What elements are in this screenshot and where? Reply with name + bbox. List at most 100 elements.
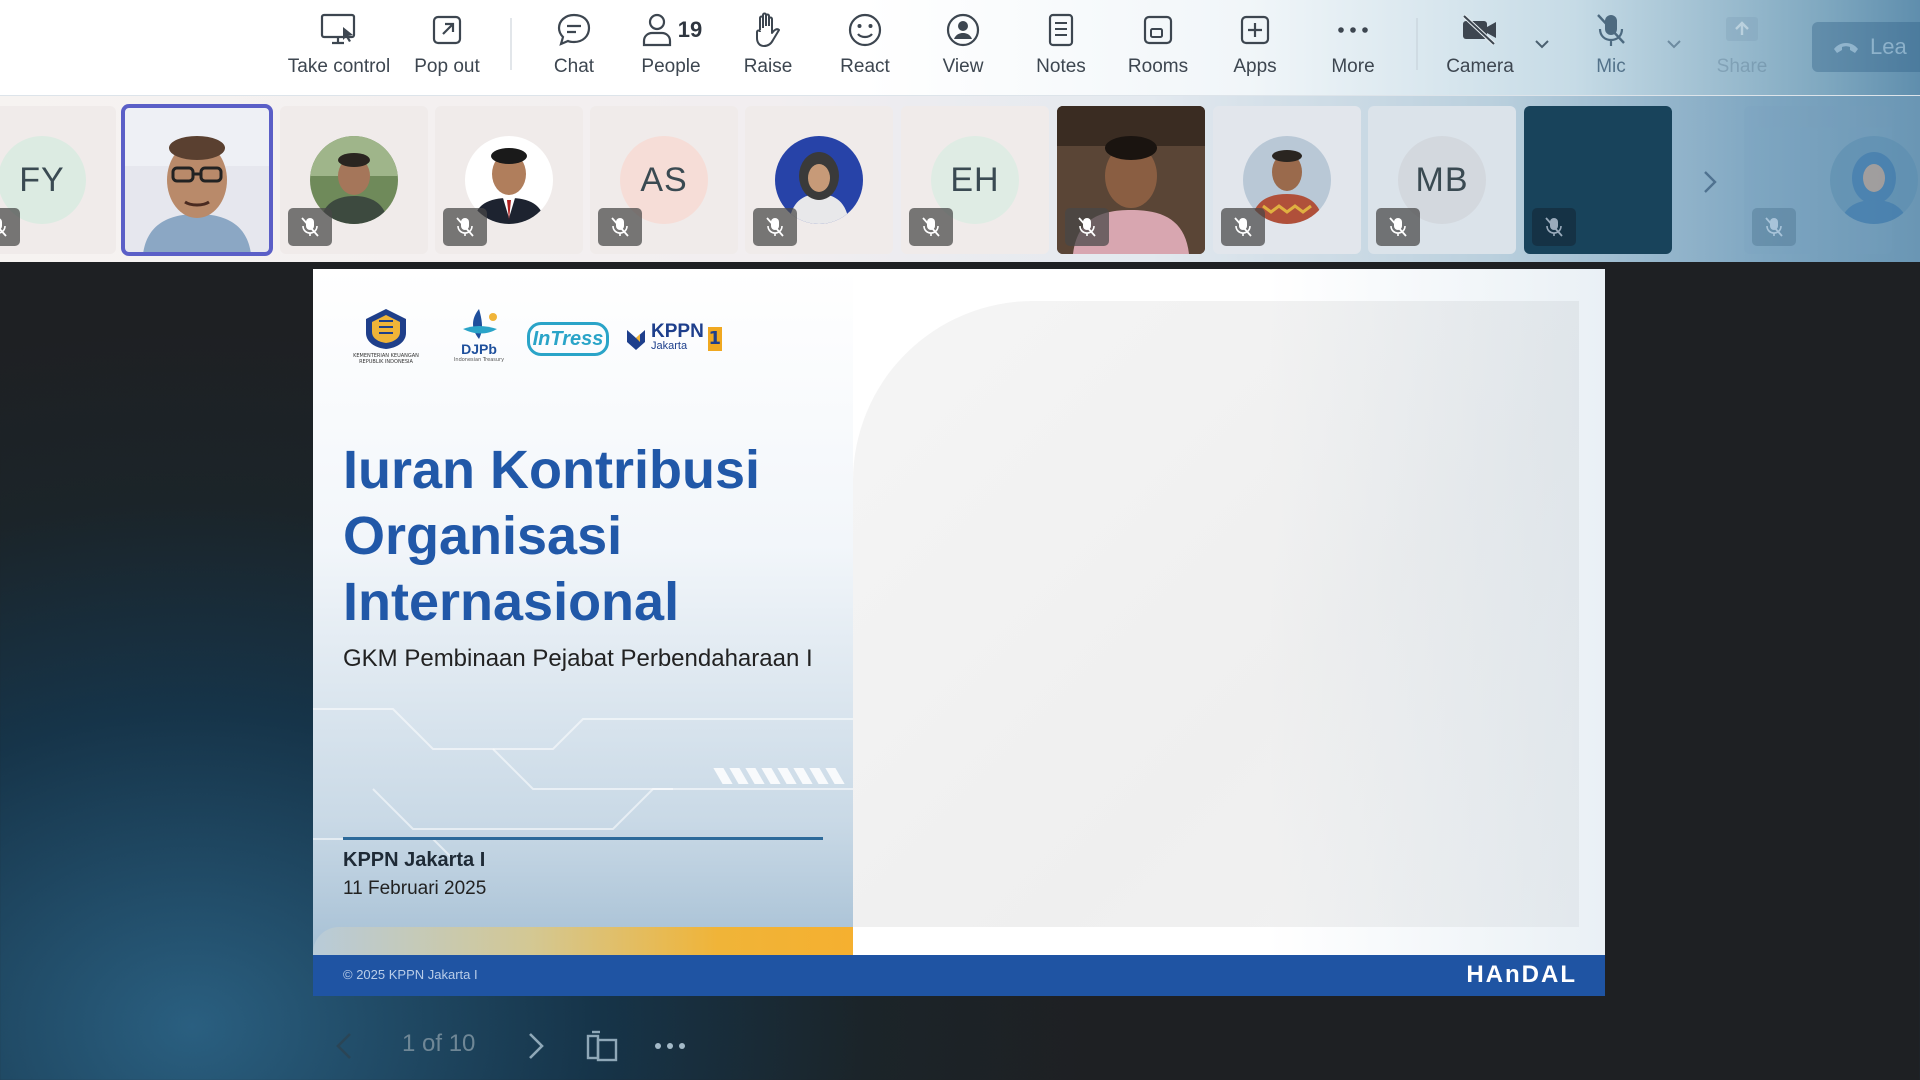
intress-logo-text: InTress (532, 327, 604, 350)
participant-tile[interactable] (1820, 106, 1920, 254)
rooms-icon (1136, 8, 1180, 52)
slide-stripe-decoration (713, 768, 845, 784)
share-button[interactable]: Share (1694, 8, 1790, 88)
participant-video-feed (123, 106, 271, 254)
previous-slide-chevron-left-icon[interactable] (330, 1028, 360, 1064)
participant-tile[interactable]: EH (901, 106, 1049, 254)
participant-video-tile-active[interactable] (121, 104, 273, 256)
slide-logo-row: KEMENTERIAN KEUANGAN REPUBLIK INDONESIA … (341, 307, 722, 371)
djpb-logo-subtext: Indonesian Treasury (453, 357, 505, 363)
view-button[interactable]: View (915, 8, 1011, 88)
mic-muted-icon (753, 208, 797, 246)
react-label: React (840, 56, 890, 77)
slide-more-dots-icon[interactable] (650, 1026, 690, 1066)
apps-button[interactable]: Apps (1207, 8, 1303, 88)
handal-logo: HAnDAL (1466, 961, 1577, 988)
participant-video-tile[interactable] (1057, 106, 1205, 254)
kppn-logo: KPPN Jakarta 1 (625, 321, 722, 353)
camera-options-chevron-down-icon[interactable] (1532, 34, 1552, 54)
mic-muted-icon (1532, 208, 1576, 246)
slide-title: Iuran Kontribusi Organisasi Internasiona… (343, 440, 760, 632)
leave-button[interactable]: Lea (1812, 22, 1920, 72)
kemenkeu-logo: KEMENTERIAN KEUANGAN REPUBLIK INDONESIA (341, 307, 431, 371)
mic-muted-icon (1065, 208, 1109, 246)
kppn-logo-number: 1 (707, 327, 722, 351)
mic-muted-icon (1376, 208, 1420, 246)
notes-button[interactable]: Notes (1013, 8, 1109, 88)
more-dots-icon (1331, 8, 1375, 52)
view-icon (941, 8, 985, 52)
participant-tile[interactable] (745, 106, 893, 254)
participant-tile[interactable] (435, 106, 583, 254)
camera-button[interactable]: Camera (1432, 8, 1528, 88)
djpb-logo: DJPb Indonesian Treasury (447, 307, 511, 371)
mic-muted-icon (909, 208, 953, 246)
people-label: People (641, 56, 701, 77)
kemenkeu-logo-text: KEMENTERIAN KEUANGAN REPUBLIK INDONESIA (353, 353, 419, 365)
next-slide-chevron-right-icon[interactable] (520, 1028, 550, 1064)
camera-off-icon (1458, 8, 1502, 52)
chat-icon (552, 8, 596, 52)
pop-out-button[interactable]: Pop out (399, 8, 495, 88)
slide-date: 11 Februari 2025 (343, 878, 487, 899)
leave-label: Lea (1870, 34, 1907, 59)
raise-hand-button[interactable]: Raise (720, 8, 816, 88)
more-button[interactable]: More (1305, 8, 1401, 88)
djpb-logo-text: DJPb (461, 341, 497, 357)
share-screen-icon (1720, 8, 1764, 52)
meeting-toolbar: Take control Pop out Chat 19 People Rais… (0, 0, 1920, 96)
chat-label: Chat (553, 56, 595, 77)
take-control-button[interactable]: Take control (287, 8, 391, 88)
slide-subtitle: GKM Pembinaan Pejabat Perbendaharaan I (343, 645, 813, 672)
rooms-button[interactable]: Rooms (1110, 8, 1206, 88)
rooms-label: Rooms (1127, 56, 1189, 77)
participant-tile[interactable]: MB (1368, 106, 1516, 254)
mic-options-chevron-down-icon[interactable] (1664, 34, 1684, 54)
participant-tile[interactable]: FY (0, 106, 116, 254)
slide-right-panel (853, 301, 1579, 927)
strip-next-chevron-right-icon[interactable] (1696, 162, 1724, 202)
notes-icon (1039, 8, 1083, 52)
toolbar-divider (1416, 18, 1418, 70)
mic-muted-icon (0, 208, 20, 246)
people-count-badge: 19 (677, 17, 703, 42)
participant-tile[interactable] (1524, 106, 1672, 254)
participant-tile[interactable]: AS (590, 106, 738, 254)
slide-footer-copyright: © 2025 KPPN Jakarta I (343, 967, 478, 982)
participant-tile[interactable] (280, 106, 428, 254)
mic-label: Mic (1596, 56, 1626, 77)
mic-muted-icon (1221, 208, 1265, 246)
react-button[interactable]: React (817, 8, 913, 88)
slide-page-counter: 1 of 10 (402, 1030, 476, 1057)
people-icon-group: 19 (631, 8, 711, 52)
slide-overview-icon[interactable] (582, 1026, 622, 1066)
take-control-icon (317, 8, 361, 52)
mic-muted-icon (443, 208, 487, 246)
kppn-logo-text: KPPN (651, 321, 704, 342)
view-label: View (942, 56, 984, 77)
chat-button[interactable]: Chat (526, 8, 622, 88)
slide-navigation: 1 of 10 (330, 1020, 710, 1070)
slide-footer: © 2025 KPPN Jakarta I HAnDAL (313, 955, 1605, 996)
slide-organization: KPPN Jakarta I (343, 849, 486, 871)
smiley-icon (843, 8, 887, 52)
share-label: Share (1716, 56, 1768, 77)
raise-hand-icon (746, 8, 790, 52)
participant-strip: FY AS EH MB (0, 96, 1920, 262)
pop-out-icon (425, 8, 469, 52)
people-button[interactable]: 19 People (623, 8, 719, 88)
mic-muted-icon (1752, 208, 1796, 246)
participant-tile[interactable] (1213, 106, 1361, 254)
avatar (1830, 136, 1918, 224)
toolbar-divider (510, 18, 512, 70)
phone-hangup-icon (1834, 43, 1858, 53)
take-control-label: Take control (287, 56, 391, 77)
intress-logo: InTress (527, 322, 609, 356)
kppn-logo-subtext: Jakarta (651, 340, 688, 352)
camera-label: Camera (1446, 56, 1514, 77)
apps-label: Apps (1233, 56, 1277, 77)
more-label: More (1331, 56, 1375, 77)
people-icon (642, 13, 671, 47)
mic-button[interactable]: Mic (1563, 8, 1659, 88)
mic-muted-icon (288, 208, 332, 246)
